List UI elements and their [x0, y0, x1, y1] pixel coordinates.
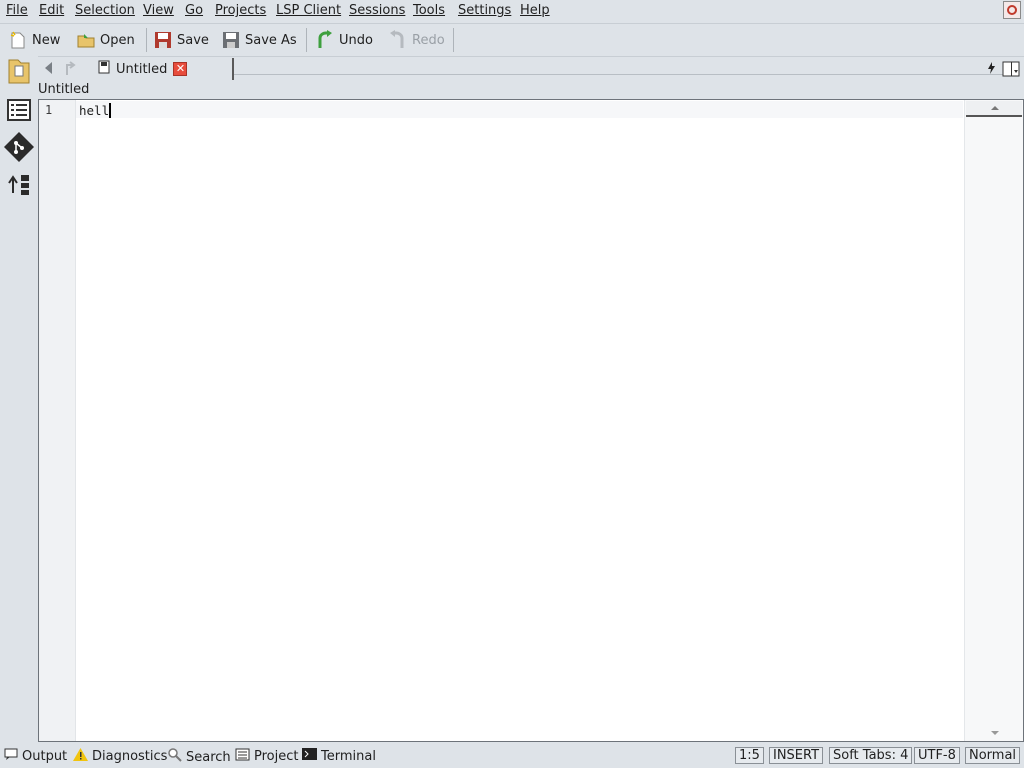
tab-bar: Untitled ✕ [38, 56, 1024, 82]
save-as-icon [221, 30, 241, 50]
redo-button[interactable]: Redo [388, 28, 445, 52]
menu-view[interactable]: View [143, 3, 174, 18]
search-panel-button[interactable]: Search [168, 748, 231, 766]
back-icon[interactable] [42, 61, 54, 79]
new-button[interactable]: New [8, 28, 60, 52]
menu-edit[interactable]: Edit [39, 3, 64, 18]
minimap[interactable] [964, 100, 1023, 741]
new-document-icon [8, 30, 28, 50]
tab-close-icon[interactable]: ✕ [173, 62, 188, 76]
menu-tools[interactable]: Tools [413, 3, 445, 18]
tab-label: Untitled [116, 61, 168, 77]
line-number-gutter: 1 [39, 100, 76, 741]
split-view-icon[interactable] [1002, 61, 1020, 81]
save-icon [153, 30, 173, 50]
cursor-position[interactable]: 1:5 [735, 747, 764, 764]
menu-help[interactable]: Help [520, 3, 550, 18]
save-as-button[interactable]: Save As [221, 28, 297, 52]
toolbar-separator [306, 28, 307, 52]
git-button[interactable] [3, 131, 35, 167]
save-button[interactable]: Save [153, 28, 209, 52]
undo-button[interactable]: Undo [315, 28, 373, 52]
project-panel-button[interactable]: Project [235, 748, 298, 765]
redo-icon [388, 30, 408, 50]
edit-mode[interactable]: INSERT [769, 747, 824, 764]
menu-bar: File Edit Selection View Go Projects LSP… [0, 0, 1024, 22]
app-icon[interactable] [1003, 1, 1021, 19]
open-button[interactable]: Open [76, 28, 135, 52]
current-line-highlight [76, 101, 963, 118]
terminal-icon [302, 748, 317, 764]
scroll-up-button[interactable] [966, 101, 1022, 117]
toolbar: New Open Save Save As Undo Redo [0, 23, 1024, 57]
menu-lsp-client[interactable]: LSP Client [276, 3, 341, 18]
indentation-setting[interactable]: Soft Tabs: 4 [829, 747, 913, 764]
search-icon [168, 748, 182, 766]
toolbar-separator [453, 28, 454, 52]
menu-go[interactable]: Go [185, 3, 203, 18]
git-icon [3, 131, 35, 167]
menu-file[interactable]: File [6, 3, 28, 18]
document-icon [98, 60, 110, 78]
symbol-tree-icon [7, 173, 31, 201]
tab-untitled[interactable]: Untitled ✕ [98, 58, 234, 80]
warning-icon [73, 748, 88, 765]
menu-settings[interactable]: Settings [458, 3, 511, 18]
text-caret [109, 103, 111, 118]
toolbar-separator [146, 28, 147, 52]
documents-button[interactable] [4, 97, 34, 127]
output-icon [4, 748, 18, 764]
tab-bar-divider [234, 74, 1008, 75]
diagnostics-panel-button[interactable]: Diagnostics [73, 748, 167, 765]
output-panel-button[interactable]: Output [4, 748, 67, 764]
forward-icon[interactable] [64, 60, 76, 80]
list-icon [7, 99, 31, 125]
menu-sessions[interactable]: Sessions [349, 3, 405, 18]
terminal-panel-button[interactable]: Terminal [302, 748, 376, 764]
scroll-down-button[interactable] [966, 726, 1022, 740]
menu-selection[interactable]: Selection [75, 3, 135, 18]
status-bar: Output Diagnostics Search Project Termin… [0, 745, 1024, 768]
editor[interactable]: 1 hell [38, 99, 1024, 742]
line-number: 1 [45, 103, 53, 117]
document-title: Untitled [38, 82, 90, 97]
input-mode[interactable]: Normal [965, 747, 1021, 764]
side-panel-bar [0, 56, 38, 742]
project-icon [235, 748, 250, 765]
folder-icon [6, 56, 32, 90]
symbols-button[interactable] [4, 172, 34, 202]
encoding-setting[interactable]: UTF-8 [914, 747, 960, 764]
undo-icon [315, 30, 335, 50]
open-folder-icon [76, 30, 96, 50]
pin-icon[interactable] [986, 62, 996, 78]
editor-text[interactable]: hell [79, 103, 111, 118]
menu-projects[interactable]: Projects [215, 3, 266, 18]
file-browser-button[interactable] [4, 58, 34, 88]
